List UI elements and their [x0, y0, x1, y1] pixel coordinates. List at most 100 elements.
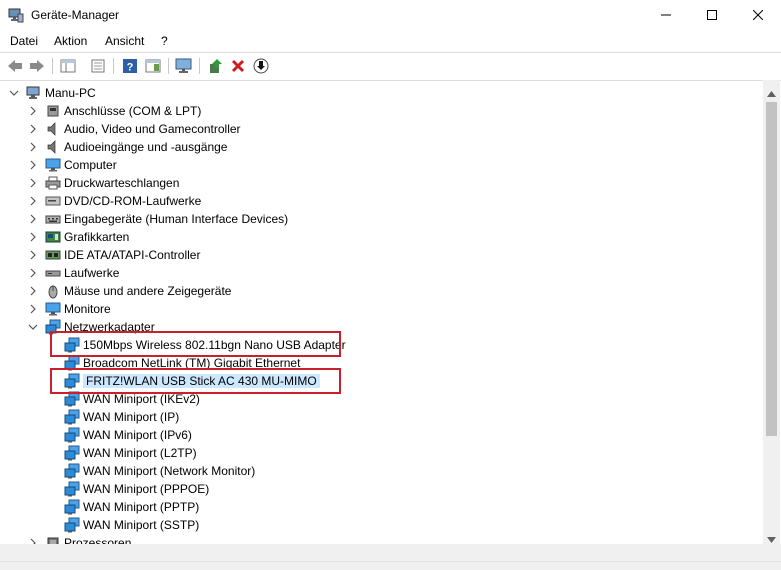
tree-category[interactable]: Prozessoren	[45, 534, 131, 544]
node-label: WAN Miniport (IP)	[83, 410, 180, 424]
tree-root-computer[interactable]: Manu-PC	[26, 84, 96, 102]
network-icon	[64, 445, 80, 461]
expand-chevron-icon[interactable]	[28, 250, 38, 260]
expand-chevron-icon[interactable]	[28, 142, 38, 152]
back-arrow-icon	[8, 60, 22, 72]
expand-chevron-icon[interactable]	[28, 214, 38, 224]
device-manager-icon	[8, 7, 24, 23]
node-label: WAN Miniport (PPPOE)	[83, 482, 210, 496]
scroll-up-icon[interactable]	[767, 86, 776, 100]
menu-help[interactable]: ?	[161, 34, 168, 48]
node-label: WAN Miniport (IPv6)	[83, 428, 192, 442]
properties-list-button[interactable]	[88, 57, 108, 75]
tree-network-adapter[interactable]: WAN Miniport (Network Monitor)	[64, 462, 255, 480]
tree-network-adapter[interactable]: WAN Miniport (IPv6)	[64, 426, 192, 444]
collapse-chevron-icon[interactable]	[9, 88, 19, 98]
highlight-box-adapter-3	[50, 368, 341, 394]
tree-category[interactable]: Computer	[45, 156, 117, 174]
expand-chevron-icon[interactable]	[28, 268, 38, 278]
vertical-scrollbar[interactable]	[763, 80, 780, 544]
node-label: Druckwarteschlangen	[64, 176, 180, 190]
node-label: WAN Miniport (PPTP)	[83, 500, 200, 514]
tree-category[interactable]: IDE ATA/ATAPI-Controller	[45, 246, 200, 264]
forward-button[interactable]	[27, 57, 47, 75]
close-icon	[753, 10, 763, 20]
tree-category[interactable]: Anschlüsse (COM & LPT)	[45, 102, 201, 120]
toolbar-separator	[52, 58, 53, 74]
node-label: Eingabegeräte (Human Interface Devices)	[64, 212, 289, 226]
update-driver-icon	[210, 59, 222, 73]
disable-device-button[interactable]	[251, 57, 271, 75]
tree-category[interactable]: Monitore	[45, 300, 111, 318]
speaker-icon	[45, 139, 61, 155]
node-label: WAN Miniport (Network Monitor)	[83, 464, 256, 478]
show-hide-console-tree-button[interactable]	[58, 57, 78, 75]
collapse-chevron-icon[interactable]	[28, 322, 38, 332]
maximize-icon	[707, 10, 717, 20]
device-tree[interactable]: Manu-PC Anschlüsse (COM & LPT) Audio, Vide…	[0, 80, 763, 544]
node-label: Audio, Video und Gamecontroller	[64, 122, 241, 136]
printer-icon	[45, 175, 61, 191]
expand-chevron-icon[interactable]	[28, 196, 38, 206]
minimize-button[interactable]	[643, 0, 689, 30]
highlight-box-adapter-1	[50, 331, 341, 357]
expand-chevron-icon[interactable]	[28, 178, 38, 188]
node-label: WAN Miniport (SSTP)	[83, 518, 200, 532]
toolbar: ?	[0, 52, 781, 81]
node-label: Laufwerke	[64, 266, 120, 280]
list-icon	[91, 59, 105, 73]
expand-chevron-icon[interactable]	[28, 304, 38, 314]
back-button[interactable]	[5, 57, 25, 75]
node-label: Computer	[64, 158, 117, 172]
red-x-icon	[231, 59, 245, 73]
tree-category[interactable]: Audio, Video und Gamecontroller	[45, 120, 241, 138]
console-tree-icon	[60, 59, 76, 73]
tree-network-adapter[interactable]: WAN Miniport (IP)	[64, 408, 179, 426]
maximize-button[interactable]	[689, 0, 735, 30]
tree-network-adapter[interactable]: WAN Miniport (L2TP)	[64, 444, 197, 462]
update-driver-button[interactable]	[206, 57, 226, 75]
toolbar-separator	[113, 58, 114, 74]
network-icon	[64, 409, 80, 425]
vertical-scroll-thumb[interactable]	[766, 102, 777, 436]
action-pane-button[interactable]	[143, 57, 163, 75]
title-bar: Geräte-Manager	[0, 0, 781, 30]
tree-network-adapter[interactable]: WAN Miniport (PPPOE)	[64, 480, 209, 498]
processor-icon	[45, 535, 61, 544]
expand-chevron-icon[interactable]	[28, 124, 38, 134]
node-label: Grafikkarten	[64, 230, 130, 244]
menu-aktion[interactable]: Aktion	[54, 34, 87, 48]
tree-category[interactable]: Druckwarteschlangen	[45, 174, 179, 192]
keyboard-icon	[45, 211, 61, 227]
tree-category[interactable]: Eingabegeräte (Human Interface Devices)	[45, 210, 288, 228]
mouse-icon	[45, 283, 61, 299]
tree-category[interactable]: Laufwerke	[45, 264, 119, 282]
expand-chevron-icon[interactable]	[28, 286, 38, 296]
menu-ansicht[interactable]: Ansicht	[105, 34, 144, 48]
network-icon	[64, 499, 80, 515]
tree-category[interactable]: Audioeingänge und -ausgänge	[45, 138, 227, 156]
toolbar-separator	[168, 58, 169, 74]
expand-chevron-icon[interactable]	[28, 232, 38, 242]
tree-network-adapter[interactable]: WAN Miniport (PPTP)	[64, 498, 199, 516]
drive-icon	[45, 265, 61, 281]
help-button[interactable]: ?	[120, 57, 140, 75]
computer-root-icon	[26, 85, 42, 101]
network-icon	[64, 463, 80, 479]
node-label: Manu-PC	[45, 86, 96, 100]
expand-chevron-icon[interactable]	[28, 160, 38, 170]
tree-category[interactable]: Mäuse und andere Zeigegeräte	[45, 282, 231, 300]
expand-chevron-icon[interactable]	[28, 106, 38, 116]
tree-category[interactable]: Grafikkarten	[45, 228, 129, 246]
monitor-icon	[45, 157, 61, 173]
node-label: Mäuse und andere Zeigegeräte	[64, 284, 232, 298]
minimize-icon	[661, 14, 671, 16]
menu-datei[interactable]: Datei	[10, 34, 38, 48]
horizontal-scrollbar[interactable]	[0, 544, 763, 561]
scan-monitor-icon	[175, 58, 192, 73]
tree-network-adapter[interactable]: WAN Miniport (SSTP)	[64, 516, 199, 534]
uninstall-device-button[interactable]	[228, 57, 248, 75]
scan-hardware-button[interactable]	[174, 57, 194, 75]
close-button[interactable]	[735, 0, 781, 30]
tree-category[interactable]: DVD/CD-ROM-Laufwerke	[45, 192, 201, 210]
